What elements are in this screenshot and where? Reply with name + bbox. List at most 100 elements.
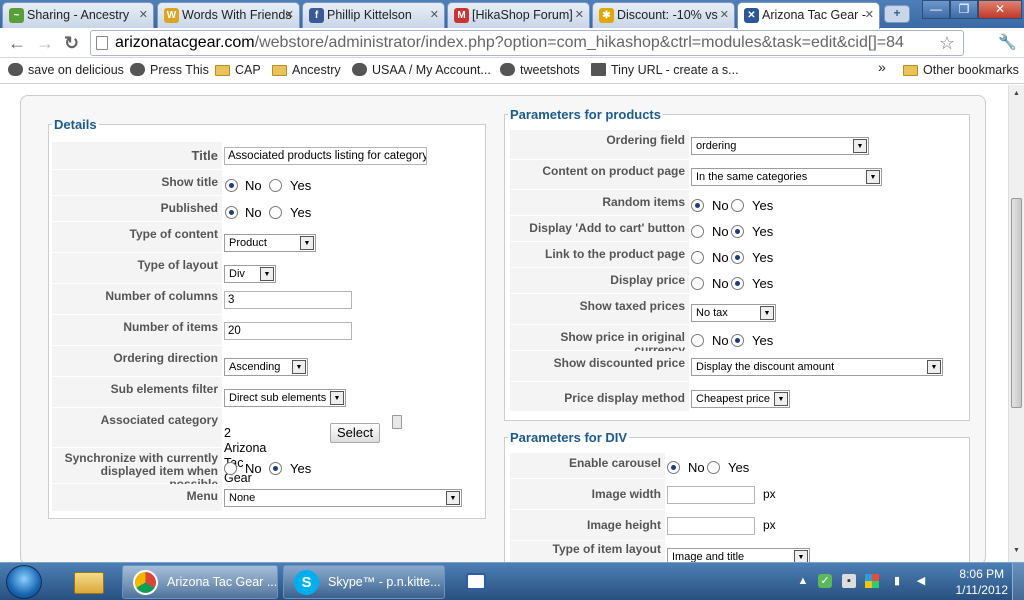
scrollbar-thumb[interactable] (1011, 198, 1022, 408)
discounted-price-select[interactable]: Display the discount amount ▼ (691, 358, 943, 376)
joomla-icon: ✕ (744, 8, 759, 23)
type-content-select[interactable]: Product ▼ (224, 234, 316, 252)
ordering-direction-select[interactable]: Ascending ▼ (224, 358, 308, 376)
browser-tab-1[interactable]: ~ Sharing - Ancestry ✕ (2, 2, 154, 28)
skype-icon: S (294, 570, 319, 595)
add-to-cart-yes-radio[interactable] (731, 225, 744, 238)
num-columns-input[interactable]: 3 (224, 291, 352, 309)
chevron-down-icon: ▼ (794, 550, 808, 562)
link-product-no-radio[interactable] (691, 251, 704, 264)
bookmark-press-this[interactable]: Press This (130, 63, 209, 77)
bookmark-usaa[interactable]: USAA / My Account... (352, 63, 491, 77)
address-bar[interactable]: arizonatacgear.com/webstore/administrato… (90, 30, 964, 56)
browser-tab-3[interactable]: f Phillip Kittelson ✕ (302, 2, 445, 28)
windows-taskbar: Arizona Tac Gear ... S Skype™ - p.n.kitt… (0, 562, 1024, 600)
show-title-no-radio[interactable] (225, 179, 238, 192)
explorer-pinned-icon[interactable] (62, 566, 116, 598)
carousel-yes-radio[interactable] (707, 461, 720, 474)
chevron-down-icon: ▼ (292, 360, 306, 374)
products-legend: Parameters for products (510, 107, 661, 122)
taxed-prices-select[interactable]: No tax ▼ (691, 304, 776, 322)
minimize-button[interactable]: — (922, 0, 950, 19)
bookmark-delicious[interactable]: save on delicious (8, 63, 124, 77)
image-width-input[interactable] (667, 486, 755, 504)
close-tab-icon[interactable]: ✕ (430, 3, 439, 27)
num-items-input[interactable]: 20 (224, 322, 352, 340)
title-input[interactable]: Associated products listing for category… (224, 147, 427, 165)
device-icon[interactable]: ▪ (842, 574, 856, 588)
close-tab-icon[interactable]: ✕ (865, 3, 874, 27)
select-category-button[interactable]: Select (330, 423, 381, 443)
usaa-icon (352, 63, 367, 76)
show-title-yes-radio[interactable] (269, 179, 282, 192)
taskbar-skype-window[interactable]: S Skype™ - p.n.kitte... (283, 565, 445, 599)
close-tab-icon[interactable]: ✕ (285, 3, 294, 27)
show-hidden-icons[interactable]: ▲ (796, 574, 810, 588)
show-desktop-button[interactable] (1012, 563, 1024, 600)
restore-button[interactable]: ❐ (950, 0, 978, 19)
carousel-no-radio[interactable] (667, 461, 680, 474)
reload-icon[interactable]: ↻ (64, 32, 79, 54)
content-page-select[interactable]: In the same categories ▼ (691, 168, 882, 186)
browser-tab-6[interactable]: ✕ Arizona Tac Gear - ✕ (737, 2, 880, 29)
flag-icon[interactable] (865, 574, 879, 588)
bookmark-folder-ancestry[interactable]: Ancestry (272, 63, 341, 77)
close-tab-icon[interactable]: ✕ (139, 3, 148, 27)
price-method-select[interactable]: Cheapest price ▼ (691, 390, 790, 408)
wrench-menu-icon[interactable]: 🔧 (998, 32, 1017, 54)
menu-select[interactable]: None ▼ (224, 489, 462, 507)
browser-tab-5[interactable]: ✱ Discount: -10% vs ✕ (592, 2, 735, 28)
system-tray: ▲ ✓ ▪ ▮ ◀ 8:06 PM 1/11/2012 (790, 563, 1024, 600)
orig-currency-no-radio[interactable] (691, 334, 704, 347)
browser-tab-4[interactable]: M [HikaShop Forum] ✕ (447, 2, 590, 28)
details-legend: Details (54, 117, 97, 132)
display-price-yes-radio[interactable] (731, 277, 744, 290)
scroll-down-icon[interactable]: ▼ (1011, 545, 1022, 557)
security-check-icon[interactable]: ✓ (818, 574, 832, 588)
page-scrollbar[interactable]: ▲ ▼ (1008, 85, 1024, 562)
close-tab-icon[interactable]: ✕ (720, 3, 729, 27)
system-clock[interactable]: 8:06 PM 1/11/2012 (956, 566, 1009, 598)
published-yes-radio[interactable] (269, 206, 282, 219)
network-signal-icon[interactable]: ▮ (890, 574, 904, 588)
bookmarks-bar: save on delicious Press This CAP Ancestr… (0, 58, 1024, 84)
random-yes-radio[interactable] (731, 199, 744, 212)
sync-yes-radio[interactable] (269, 462, 282, 475)
browser-tab-2[interactable]: W Words With Friends ✕ (157, 2, 300, 28)
other-bookmarks[interactable]: Other bookmarks (903, 63, 1019, 77)
div-legend: Parameters for DIV (510, 430, 628, 445)
type-layout-select[interactable]: Div ▼ (224, 265, 276, 283)
volume-icon[interactable]: ◀ (914, 574, 928, 588)
taskbar-chrome-window[interactable]: Arizona Tac Gear ... (122, 565, 278, 599)
trash-icon[interactable] (392, 415, 402, 429)
add-to-cart-no-radio[interactable] (691, 225, 704, 238)
ancestry-icon: ~ (9, 8, 24, 23)
tinyurl-icon (591, 63, 606, 76)
published-no-radio[interactable] (225, 206, 238, 219)
discount-icon: ✱ (599, 8, 614, 23)
bookmarks-overflow-icon[interactable]: » (878, 59, 886, 75)
sync-no-radio[interactable] (224, 462, 237, 475)
bookmark-star-icon[interactable]: ☆ (939, 31, 955, 55)
words-with-friends-icon: W (164, 8, 179, 23)
start-button[interactable] (6, 565, 42, 599)
display-price-no-radio[interactable] (691, 277, 704, 290)
new-tab-button[interactable]: + (884, 5, 910, 23)
bookmark-folder-cap[interactable]: CAP (215, 63, 261, 77)
page-content: Details Title Associated products listin… (0, 85, 1008, 562)
image-height-input[interactable] (667, 517, 755, 535)
camera-app-icon[interactable] (450, 566, 504, 598)
close-window-button[interactable]: ✕ (978, 0, 1022, 19)
close-tab-icon[interactable]: ✕ (575, 3, 584, 27)
scroll-up-icon[interactable]: ▲ (1011, 88, 1022, 100)
bookmark-tinyurl[interactable]: Tiny URL - create a s... (591, 63, 739, 77)
orig-currency-yes-radio[interactable] (731, 334, 744, 347)
ordering-field-select[interactable]: ordering ▼ (691, 137, 869, 155)
forward-icon[interactable]: → (36, 32, 54, 54)
back-icon[interactable]: ← (8, 32, 26, 54)
link-product-yes-radio[interactable] (731, 251, 744, 264)
random-no-radio[interactable] (691, 199, 704, 212)
item-layout-select[interactable]: Image and title ▼ (667, 548, 810, 562)
sub-filter-select[interactable]: Direct sub elements ▼ (224, 389, 346, 407)
bookmark-tweetshots[interactable]: tweetshots (500, 63, 580, 77)
